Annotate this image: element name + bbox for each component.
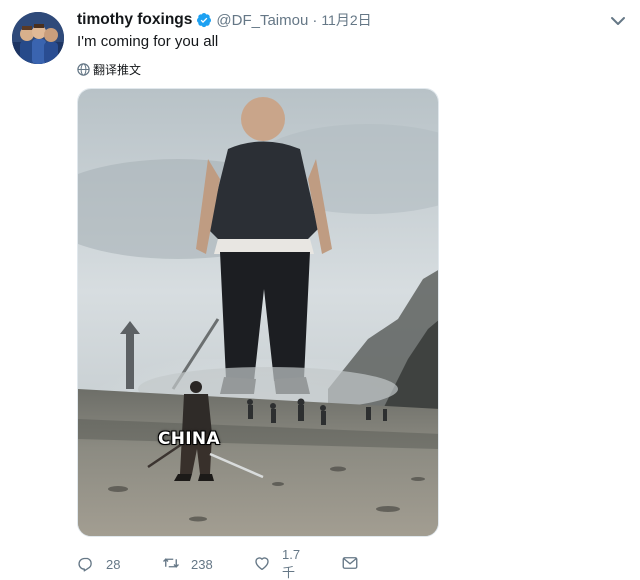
translate-label: 翻译推文 [93, 62, 142, 77]
like-icon [253, 554, 271, 575]
verified-badge-icon [196, 12, 212, 28]
avatar[interactable] [12, 12, 64, 64]
tweet-card[interactable]: timothy foxings @DF_Taimou · 11月2日 I'm c… [0, 0, 640, 580]
chevron-down-icon[interactable] [610, 14, 626, 26]
tweet-header: timothy foxings @DF_Taimou · 11月2日 [77, 10, 372, 30]
reply-count: 28 [106, 556, 121, 572]
direct-message-icon [341, 554, 359, 575]
tweet-image[interactable]: CHINA [77, 88, 439, 537]
tweet-text: I'm coming for you all [77, 33, 219, 50]
separator-dot: · [312, 11, 318, 29]
user-name[interactable]: timothy foxings [77, 11, 192, 29]
reply-icon [77, 554, 95, 575]
reply-button[interactable]: 28 [77, 554, 120, 575]
like-count: 1.7千 [282, 547, 301, 580]
globe-icon [77, 62, 90, 76]
retweet-icon [162, 554, 180, 575]
retweet-count: 238 [191, 556, 213, 572]
direct-message-button[interactable] [341, 554, 359, 575]
translate-tweet-link[interactable]: 翻译推文 [77, 61, 141, 77]
retweet-button[interactable]: 238 [162, 554, 213, 575]
user-handle[interactable]: @DF_Taimou [216, 12, 308, 29]
like-button[interactable]: 1.7千 [253, 547, 300, 580]
tweet-date[interactable]: 11月2日 [321, 10, 371, 30]
image-overlay-text: CHINA [158, 429, 220, 449]
